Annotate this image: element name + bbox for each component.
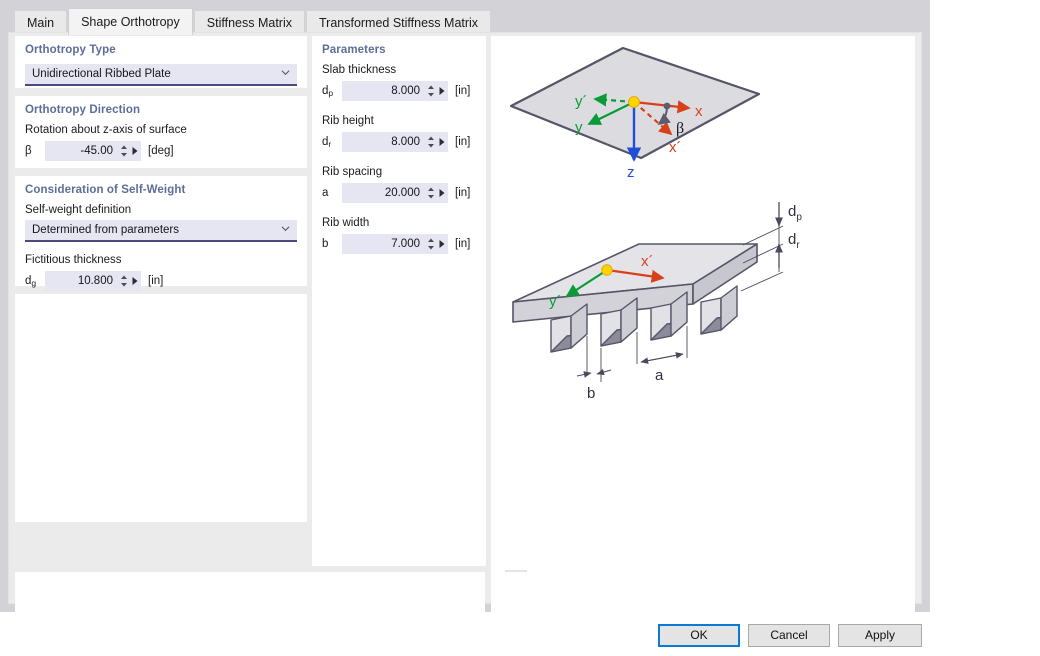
fictitious-thickness-symbol: dg (25, 275, 45, 287)
left-column: Orthotropy Type Unidirectional Ribbed Pl… (15, 36, 307, 530)
group-self-weight: Consideration of Self-Weight Self-weight… (15, 176, 307, 286)
slab-thickness-label: Slab thickness (322, 64, 476, 76)
group-parameters: Parameters Slab thickness dp 8.000 (312, 36, 486, 566)
beta-input[interactable]: -45.00 (45, 141, 141, 161)
left-empty-panel (15, 294, 307, 522)
graphics-column: y´ y x x´ z β (491, 36, 915, 602)
label-y-prime-bottom: y´ (549, 293, 562, 310)
rib-spacing-input[interactable]: 20.000 (342, 183, 448, 203)
ok-button[interactable]: OK (658, 624, 740, 647)
cancel-button[interactable]: Cancel (748, 624, 830, 647)
application-root: Main Shape Orthotropy Stiffness Matrix T… (0, 0, 1040, 656)
field-expand-arrow-icon[interactable] (131, 276, 139, 286)
parameters-column: Parameters Slab thickness dp 8.000 (312, 36, 486, 574)
fictitious-thickness-value: 10.800 (45, 275, 117, 287)
orthotropy-type-select[interactable]: Unidirectional Ribbed Plate (25, 64, 297, 86)
plate-axes-diagram: y´ y x x´ z β (511, 48, 759, 181)
rotation-about-z-label: Rotation about z-axis of surface (25, 124, 297, 136)
field-expand-arrow-icon[interactable] (438, 86, 446, 96)
self-weight-definition-select[interactable]: Determined from parameters (25, 220, 297, 242)
field-expand-arrow-icon[interactable] (438, 188, 446, 198)
spinner-arrows-icon[interactable] (427, 186, 435, 200)
group-orthotropy-direction: Orthotropy Direction Rotation about z-ax… (15, 96, 307, 168)
rib-spacing-unit: [in] (455, 187, 470, 199)
tab-list: Main Shape Orthotropy Stiffness Matrix T… (14, 8, 492, 35)
rib-width-unit: [in] (455, 238, 470, 250)
field-expand-arrow-icon[interactable] (131, 146, 139, 156)
group-title-parameters: Parameters (322, 44, 476, 56)
rib-height-input[interactable]: 8.000 (342, 132, 448, 152)
beta-value: -45.00 (45, 145, 117, 157)
apply-button[interactable]: Apply (838, 624, 922, 647)
chevron-down-icon (281, 224, 290, 233)
label-beta-top: β (676, 120, 684, 137)
rib-height-field-row: dr 8.000 [in] (322, 131, 476, 152)
orthotropy-type-value: Unidirectional Ribbed Plate (32, 68, 171, 80)
rib-width-input[interactable]: 7.000 (342, 234, 448, 254)
rib-width-symbol: b (322, 238, 342, 250)
group-title-orthotropy-direction: Orthotropy Direction (25, 104, 297, 116)
spinner-arrows-icon[interactable] (427, 237, 435, 251)
self-weight-definition-label: Self-weight definition (25, 204, 297, 216)
label-b-bottom: b (587, 385, 595, 402)
label-x-prime-top: x´ (669, 139, 682, 156)
spinner-arrows-icon[interactable] (120, 274, 128, 288)
label-y-top: y (575, 119, 583, 136)
beta-unit: [deg] (148, 145, 174, 157)
shape-orthotropy-dialog: Main Shape Orthotropy Stiffness Matrix T… (0, 0, 930, 612)
ribbed-plate-diagram: y´ x´ (513, 202, 802, 402)
beta-symbol: β (25, 145, 45, 157)
self-weight-definition-value: Determined from parameters (32, 224, 179, 236)
label-y-prime-top: y´ (575, 93, 588, 110)
rib-spacing-field-row: a 20.000 [in] (322, 182, 476, 203)
label-dp-bottom: dp (788, 203, 802, 223)
rib-spacing-value: 20.000 (342, 187, 424, 199)
fictitious-thickness-label: Fictitious thickness (25, 254, 297, 266)
beta-field-row: β -45.00 [deg] (25, 140, 297, 161)
orthotropy-graphics: y´ y x x´ z β (491, 36, 915, 566)
dialog-button-bar: OK Cancel Apply (0, 612, 1040, 656)
rib-height-unit: [in] (455, 136, 470, 148)
spinner-arrows-icon[interactable] (120, 144, 128, 158)
chevron-down-icon (281, 68, 290, 77)
label-a-bottom: a (655, 367, 664, 384)
rib-height-value: 8.000 (342, 136, 424, 148)
tab-shape-orthotropy[interactable]: Shape Orthotropy (68, 8, 193, 35)
label-x-top: x (695, 103, 703, 120)
tab-content-panel: Orthotropy Type Unidirectional Ribbed Pl… (8, 32, 922, 604)
group-title-self-weight: Consideration of Self-Weight (25, 184, 297, 196)
graphics-panel[interactable]: y´ y x x´ z β (491, 36, 915, 602)
field-expand-arrow-icon[interactable] (438, 137, 446, 147)
slab-thickness-symbol: dp (322, 85, 342, 97)
fictitious-thickness-field-row: dg 10.800 [in] (25, 270, 297, 291)
rib-spacing-symbol: a (322, 187, 342, 199)
label-x-prime-bottom: x´ (641, 253, 654, 270)
rib-height-label: Rib height (322, 115, 476, 127)
rib-width-field-row: b 7.000 [in] (322, 233, 476, 254)
slab-thickness-value: 8.000 (342, 85, 424, 97)
rib-height-symbol: dr (322, 136, 342, 148)
group-title-orthotropy-type: Orthotropy Type (25, 44, 297, 56)
rib-width-value: 7.000 (342, 238, 424, 250)
slab-thickness-input[interactable]: 8.000 (342, 81, 448, 101)
group-orthotropy-type: Orthotropy Type Unidirectional Ribbed Pl… (15, 36, 307, 88)
label-dr-bottom: dr (788, 231, 800, 251)
spinner-arrows-icon[interactable] (427, 135, 435, 149)
fictitious-thickness-unit: [in] (148, 275, 163, 287)
tab-strip: Main Shape Orthotropy Stiffness Matrix T… (0, 0, 930, 35)
label-z-top: z (627, 164, 635, 181)
field-expand-arrow-icon[interactable] (438, 239, 446, 249)
rib-spacing-label: Rib spacing (322, 166, 476, 178)
spinner-arrows-icon[interactable] (427, 84, 435, 98)
rib-width-label: Rib width (322, 217, 476, 229)
slab-thickness-unit: [in] (455, 85, 470, 97)
fictitious-thickness-input[interactable]: 10.800 (45, 271, 141, 291)
slab-thickness-field-row: dp 8.000 [in] (322, 80, 476, 101)
